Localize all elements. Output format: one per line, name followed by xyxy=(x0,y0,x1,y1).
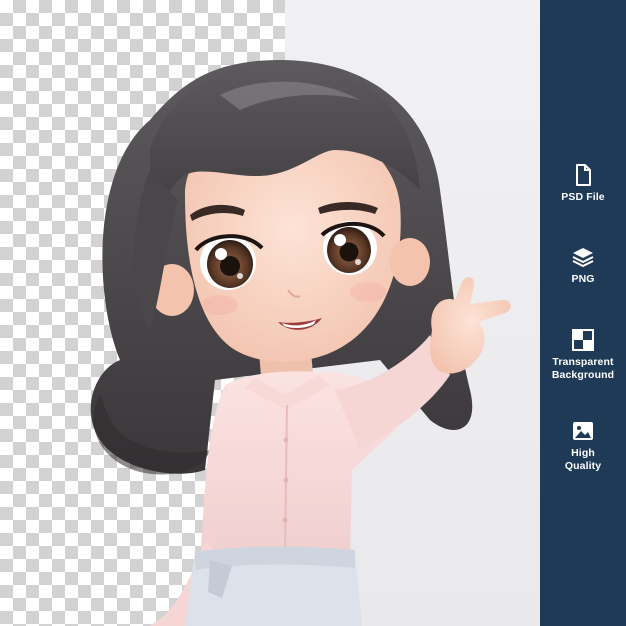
transparency-grid-icon xyxy=(572,329,594,351)
feature-label: PSD File xyxy=(561,191,605,203)
feature-label: High Quality xyxy=(564,447,602,472)
feature-label: PNG xyxy=(571,273,595,285)
right-ear xyxy=(390,238,430,286)
product-preview xyxy=(0,0,540,626)
feature-transparent-background: Transparent Background xyxy=(540,328,626,382)
feature-png: PNG xyxy=(540,245,626,286)
feature-high-quality: High Quality xyxy=(540,419,626,473)
cartoon-girl-illustration xyxy=(90,60,511,626)
feature-psd-file: PSD File xyxy=(540,163,626,204)
file-icon xyxy=(576,164,591,186)
image-icon xyxy=(573,422,593,440)
layers-icon xyxy=(572,248,594,268)
feature-sidebar: PSD File PNG Transparent Background High… xyxy=(540,0,626,626)
feature-label: Transparent Background xyxy=(551,356,615,381)
